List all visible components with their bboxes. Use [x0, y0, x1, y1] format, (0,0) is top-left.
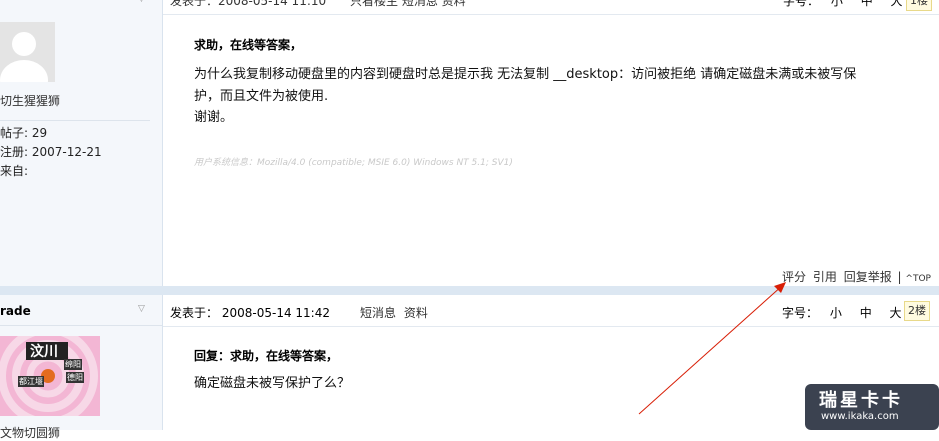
- reply-button[interactable]: 回复: [844, 270, 868, 284]
- register-date: 注册: 2007-12-21: [0, 145, 102, 159]
- post1-font-size: 字号： 小 中 大: [783, 0, 903, 9]
- post1-actions: 评分 引用 回复举报 | ^TOP: [782, 268, 931, 285]
- posts-count: 帖子: 29: [0, 126, 48, 140]
- post2-meta-time: 发表于： 2008-05-14 11:42: [170, 306, 330, 320]
- report-button[interactable]: 举报: [868, 270, 892, 284]
- watermark-url: www.ikaka.com: [821, 411, 899, 422]
- profile-link[interactable]: 资料: [404, 306, 428, 320]
- default-avatar: [0, 22, 55, 82]
- post2-author[interactable]: rade: [0, 304, 31, 318]
- post1-meta-time: 发表于：2008-05-14 11:10: [170, 0, 327, 8]
- floor-badge-2: 2楼: [904, 301, 930, 321]
- caret-up-icon: ^: [905, 274, 913, 284]
- font-medium-button[interactable]: 中: [860, 306, 872, 320]
- separator: |: [897, 270, 902, 284]
- post2-meta-links: 短消息 资料: [360, 304, 428, 321]
- from-location: 来自:: [0, 164, 29, 178]
- chevron-down-icon[interactable]: ▽: [138, 304, 145, 314]
- user-agent-info: 用户系统信息：Mozilla/4.0 (compatible; MSIE 6.0…: [194, 158, 513, 168]
- floor-badge-1: 1楼: [906, 0, 932, 11]
- pm-link[interactable]: 短消息: [360, 306, 396, 320]
- post2-title: 回复：求助，在线等答案，: [194, 349, 339, 363]
- sidebar-divider: [0, 325, 162, 326]
- silhouette-icon: [0, 22, 55, 82]
- ikaka-watermark: 瑞星卡卡 www.ikaka.com: [805, 384, 939, 430]
- font-small-button[interactable]: 小: [830, 306, 842, 320]
- watermark-brand: 瑞星卡卡: [819, 390, 903, 411]
- chevron-down-icon[interactable]: ▽: [138, 0, 145, 4]
- avatar-title: 汶川: [30, 344, 58, 360]
- avatar-place-3: 德阳: [66, 372, 84, 383]
- font-large-button[interactable]: 大: [890, 306, 902, 320]
- post2-body: 确定磁盘未被写保护了么？: [194, 376, 351, 391]
- font-large-button[interactable]: 大: [891, 0, 903, 8]
- avatar-place-2: 都江堰: [18, 376, 44, 387]
- quote-button[interactable]: 引用: [813, 270, 837, 284]
- post1-body-line3: 谢谢。: [194, 110, 234, 125]
- top-link[interactable]: ^TOP: [905, 274, 931, 284]
- post-separator: [0, 286, 939, 295]
- rate-button[interactable]: 评分: [782, 270, 806, 284]
- post1-meta-links[interactable]: 只看楼主 短消息 资料: [350, 0, 466, 9]
- post1-body-line2: 护，而且文件为被使用.: [194, 89, 329, 104]
- post1-author-name[interactable]: 切生猩猩狮: [0, 92, 60, 109]
- post1-body-line1: 为什么我复制移动硬盘里的内容到硬盘时总是提示我 无法复制 __desktop：访…: [194, 67, 857, 82]
- font-small-button[interactable]: 小: [831, 0, 843, 8]
- font-medium-button[interactable]: 中: [861, 0, 873, 8]
- sidebar-divider: [0, 120, 150, 121]
- avatar-place-1: 绵阳: [64, 359, 82, 370]
- post1-title: 求助，在线等答案，: [194, 38, 303, 52]
- post2-author-name[interactable]: 文物切圆狮: [0, 424, 60, 441]
- post2-font-size: 字号： 小 中 大: [782, 306, 902, 320]
